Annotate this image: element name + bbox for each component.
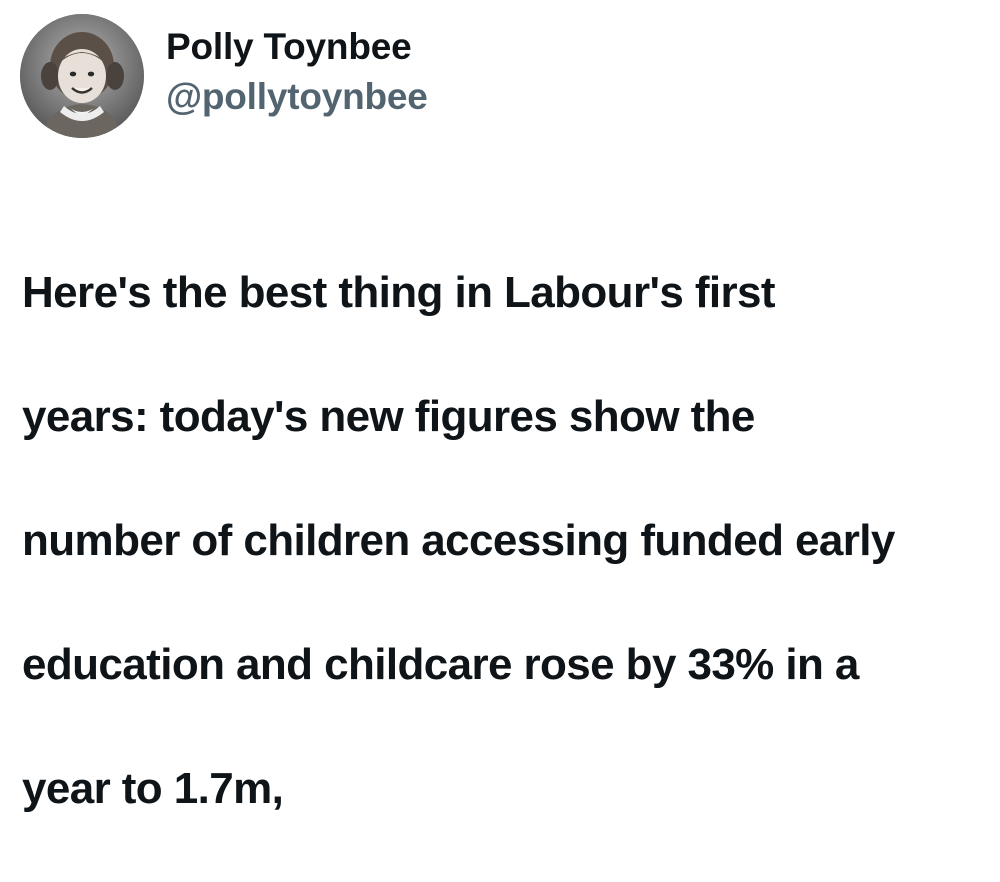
tweet-card: Polly Toynbee @pollytoynbee Here's the b…	[0, 0, 1000, 813]
tweet-text-line: years: today's new figures show the	[22, 392, 755, 441]
tweet-text-line: year to 1.7m,	[22, 764, 284, 813]
author-display-name[interactable]: Polly Toynbee	[166, 25, 428, 69]
profile-photo-icon	[20, 14, 144, 138]
avatar[interactable]	[20, 14, 144, 138]
tweet-text-line: Here's the best thing in Labour's first	[22, 268, 776, 317]
author-identity: Polly Toynbee @pollytoynbee	[166, 25, 428, 119]
tweet-body: Here's the best thing in Labour's first …	[22, 200, 982, 882]
tweet-text-line: number of children accessing funded earl…	[22, 516, 895, 565]
tweet-header: Polly Toynbee @pollytoynbee	[20, 14, 428, 138]
author-handle[interactable]: @pollytoynbee	[166, 75, 428, 119]
tweet-text-line: education and childcare rose by 33% in a	[22, 640, 859, 689]
